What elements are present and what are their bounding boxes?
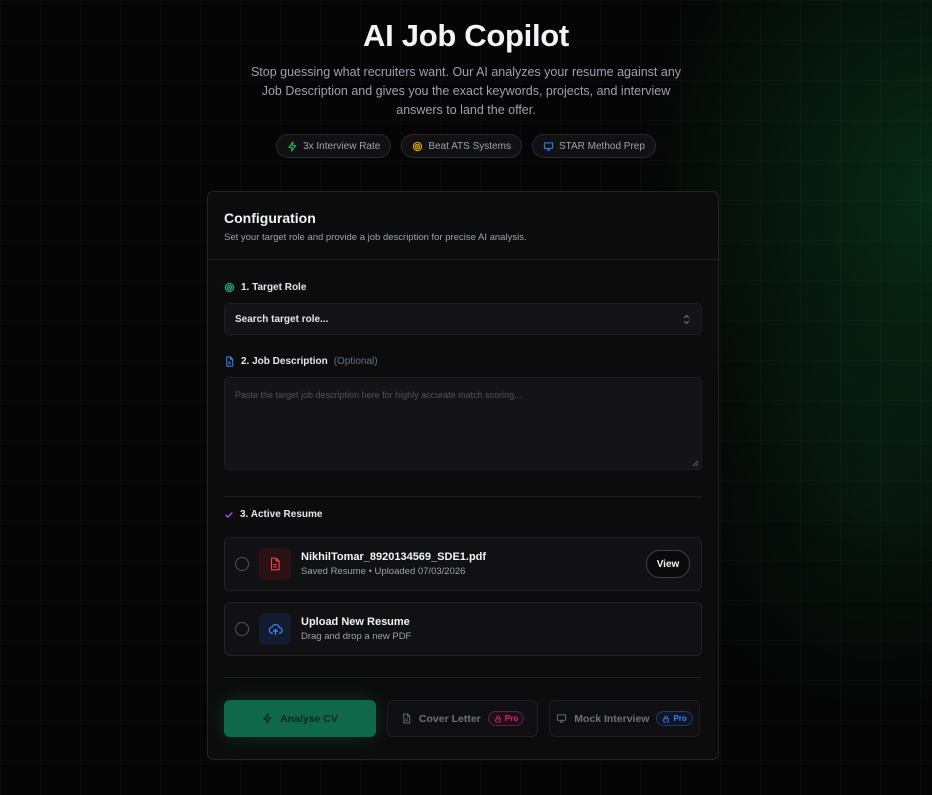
cloud-upload-icon [259,613,291,645]
pill-label: 3x Interview Rate [303,140,381,152]
resume-filename: NikhilTomar_8920134569_SDE1.pdf [301,551,487,563]
monitor-icon [543,141,554,151]
target-icon [413,141,423,151]
lock-icon [663,715,670,722]
pro-badge: Pro [487,711,525,726]
optional-hint: (Optional) [333,356,378,367]
pill-interview-rate: 3x Interview Rate [276,134,392,158]
pill-ats: Beat ATS Systems [401,134,522,158]
job-description-section: 2. Job Description (Optional) Paste the … [208,356,718,470]
target-role-label: 1. Target Role [224,282,702,293]
hero: AI Job Copilot Stop guessing what recrui… [0,18,932,158]
active-resume-label: 3. Active Resume [224,509,702,520]
page-subtitle: Stop guessing what recruiters want. Our … [250,65,682,117]
card-description: Set your target role and provide a job d… [224,232,527,243]
document-icon [226,356,234,367]
job-description-label: 2. Job Description (Optional) [224,356,702,367]
target-role-value: Search target role... [235,313,329,325]
upload-resume-info: Upload New Resume Drag and drop a new PD… [301,616,411,642]
pill-label: STAR Method Prep [558,140,645,152]
resume-radio[interactable] [235,557,249,571]
pdf-file-icon [259,548,291,580]
pro-badge: Pro [656,711,693,726]
upload-title: Upload New Resume [301,616,410,628]
chevron-up-down-icon [683,314,690,324]
view-resume-button[interactable]: View [646,550,690,578]
upload-radio[interactable] [235,622,249,636]
check-icon [225,511,233,518]
page-title: AI Job Copilot [363,18,569,53]
job-description-placeholder: Paste the target job description here fo… [235,390,522,400]
saved-resume-info: NikhilTomar_8920134569_SDE1.pdf Saved Re… [301,551,486,577]
upload-subtitle: Drag and drop a new PDF [301,631,412,642]
zap-icon [263,713,272,724]
target-role-select[interactable]: Search target role... [224,303,702,335]
document-icon [403,713,411,724]
divider [224,677,702,678]
active-resume-section: 3. Active Resume NikhilTomar_8920134569_… [208,509,718,656]
job-description-input[interactable]: Paste the target job description here fo… [224,377,702,470]
cover-letter-button[interactable]: Cover Letter Pro [387,700,538,737]
zap-icon [288,140,297,152]
pill-star: STAR Method Prep [531,134,656,158]
pill-label: Beat ATS Systems [428,140,511,152]
divider [224,496,702,497]
resume-meta: Saved Resume • Uploaded 07/03/2026 [301,566,466,577]
monitor-icon [557,714,567,723]
upload-resume-option[interactable]: Upload New Resume Drag and drop a new PD… [224,602,702,656]
resize-handle-icon[interactable] [692,460,699,467]
lock-icon [494,715,501,722]
analyse-cv-button[interactable]: Analyse CV [224,700,376,737]
mock-interview-button[interactable]: Mock Interview Pro [549,700,700,737]
saved-resume-option[interactable]: NikhilTomar_8920134569_SDE1.pdf Saved Re… [224,537,702,591]
card-header: Configuration Set your target role and p… [208,192,718,260]
card-title: Configuration [224,210,316,226]
configuration-card: Configuration Set your target role and p… [207,191,719,760]
feature-pills: 3x Interview Rate Beat ATS Systems STAR … [0,134,932,158]
action-buttons: Analyse CV Cover Letter Pro Mock Intervi… [208,700,718,737]
target-role-section: 1. Target Role Search target role... [208,282,718,335]
target-icon [224,282,235,293]
